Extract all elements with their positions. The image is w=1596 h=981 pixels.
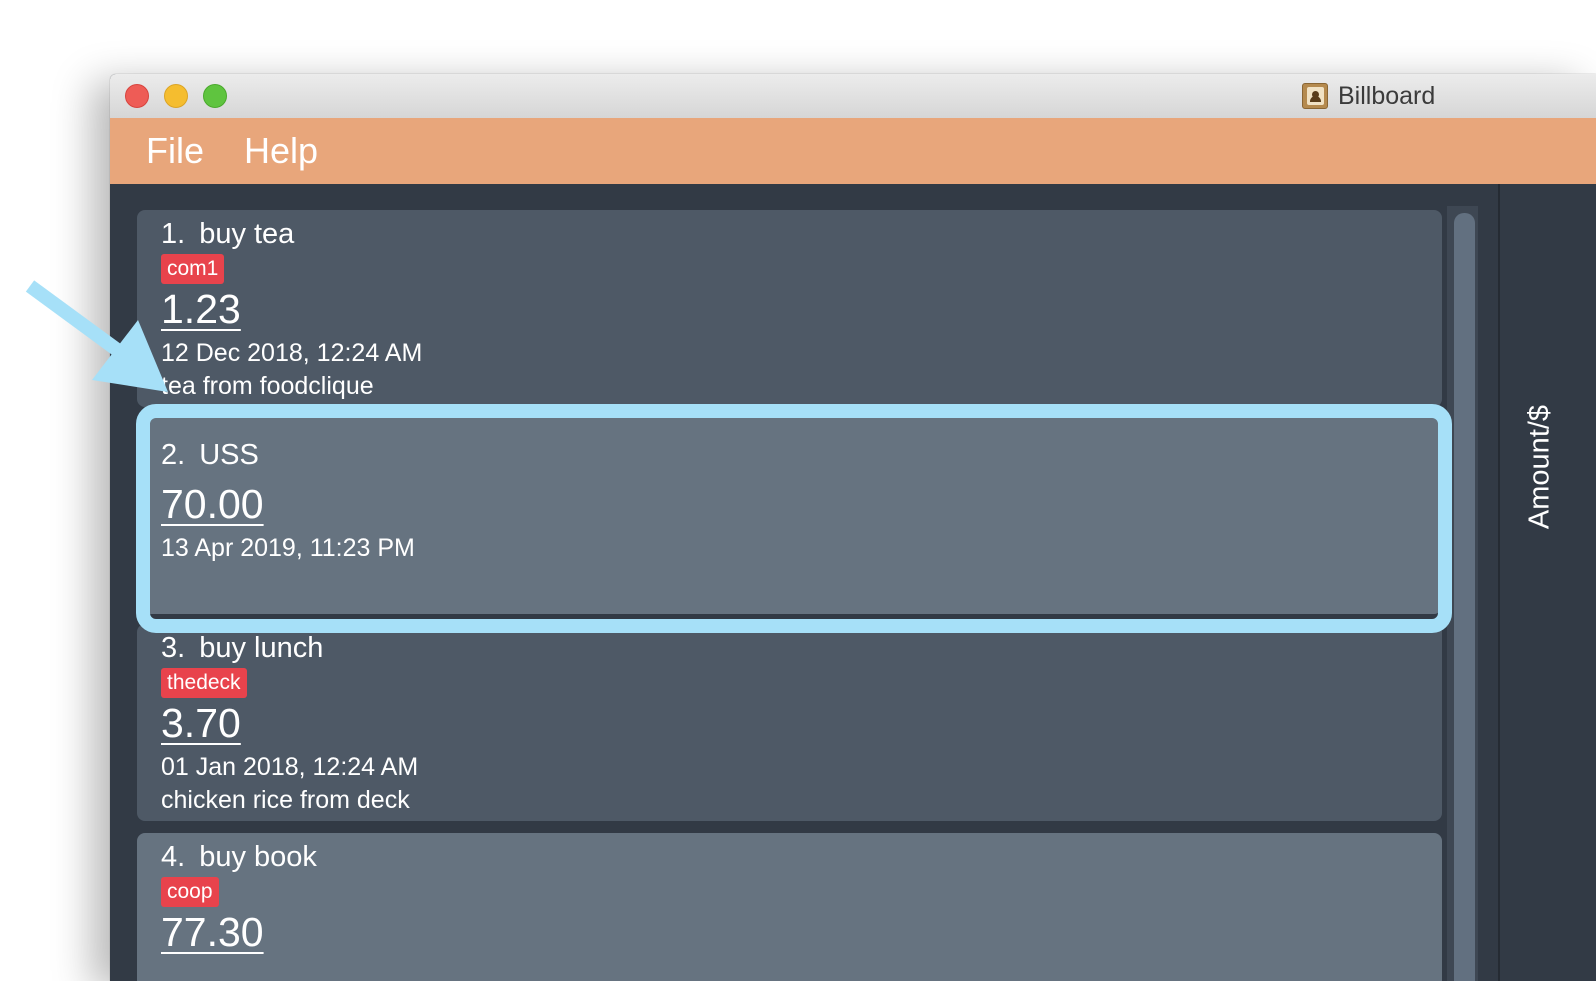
expense-name: buy tea (199, 218, 295, 250)
expense-card[interactable]: 4. buy book coop 77.30 (137, 833, 1442, 981)
expense-amount: 77.30 (161, 909, 264, 955)
expense-title: 1. buy tea (161, 218, 294, 251)
contacts-book-icon (1302, 83, 1328, 109)
expense-index: 4. (161, 841, 186, 873)
expense-card[interactable]: 1. buy tea com1 1.23 12 Dec 2018, 12:24 A… (137, 210, 1442, 407)
expense-index: 2. (161, 439, 186, 471)
amount-axis-label: Amount/$ (1523, 404, 1556, 530)
expense-amount: 70.00 (161, 481, 264, 527)
window-title: Billboard (1338, 81, 1436, 110)
expense-amount: 1.23 (161, 286, 241, 332)
expense-date: 01 Jan 2018, 12:24 AM (161, 753, 419, 781)
expense-title: 3. buy lunch (161, 632, 323, 665)
expense-card-selected[interactable]: 2. USS 70.00 13 Apr 2019, 11:23 PM (137, 417, 1442, 614)
expense-amount: 3.70 (161, 700, 241, 746)
scrollbar-thumb[interactable] (1454, 213, 1475, 981)
expense-description: chicken rice from deck (161, 786, 410, 814)
title-bar: Billboard (110, 74, 1596, 119)
statistics-panel (1498, 184, 1596, 981)
close-window-button[interactable] (125, 84, 149, 108)
expense-index: 3. (161, 632, 186, 664)
minimize-window-button[interactable] (164, 84, 188, 108)
expense-name: buy book (199, 841, 317, 873)
expense-tag: coop (161, 877, 219, 907)
menu-file[interactable]: File (146, 133, 204, 169)
window-title-group: Billboard (1302, 82, 1435, 110)
expense-name: USS (199, 439, 259, 471)
expense-description: tea from foodclique (161, 372, 374, 400)
app-window: Billboard File Help 1. buy tea com1 1.23 … (110, 74, 1596, 981)
menu-bar: File Help (110, 118, 1596, 184)
expense-card[interactable]: 3. buy lunch thedeck 3.70 01 Jan 2018, 12… (137, 624, 1442, 821)
expense-tag: thedeck (161, 668, 247, 698)
expense-title: 4. buy book (161, 841, 317, 874)
expense-name: buy lunch (199, 632, 324, 664)
expense-date: 13 Apr 2019, 11:23 PM (161, 534, 415, 562)
main-content: 1. buy tea com1 1.23 12 Dec 2018, 12:24 A… (110, 184, 1596, 981)
expense-title: 2. USS (161, 439, 259, 472)
expense-index: 1. (161, 218, 186, 250)
menu-help[interactable]: Help (244, 133, 318, 169)
expense-date: 12 Dec 2018, 12:24 AM (161, 339, 423, 367)
maximize-window-button[interactable] (203, 84, 227, 108)
expense-tag: com1 (161, 254, 225, 284)
